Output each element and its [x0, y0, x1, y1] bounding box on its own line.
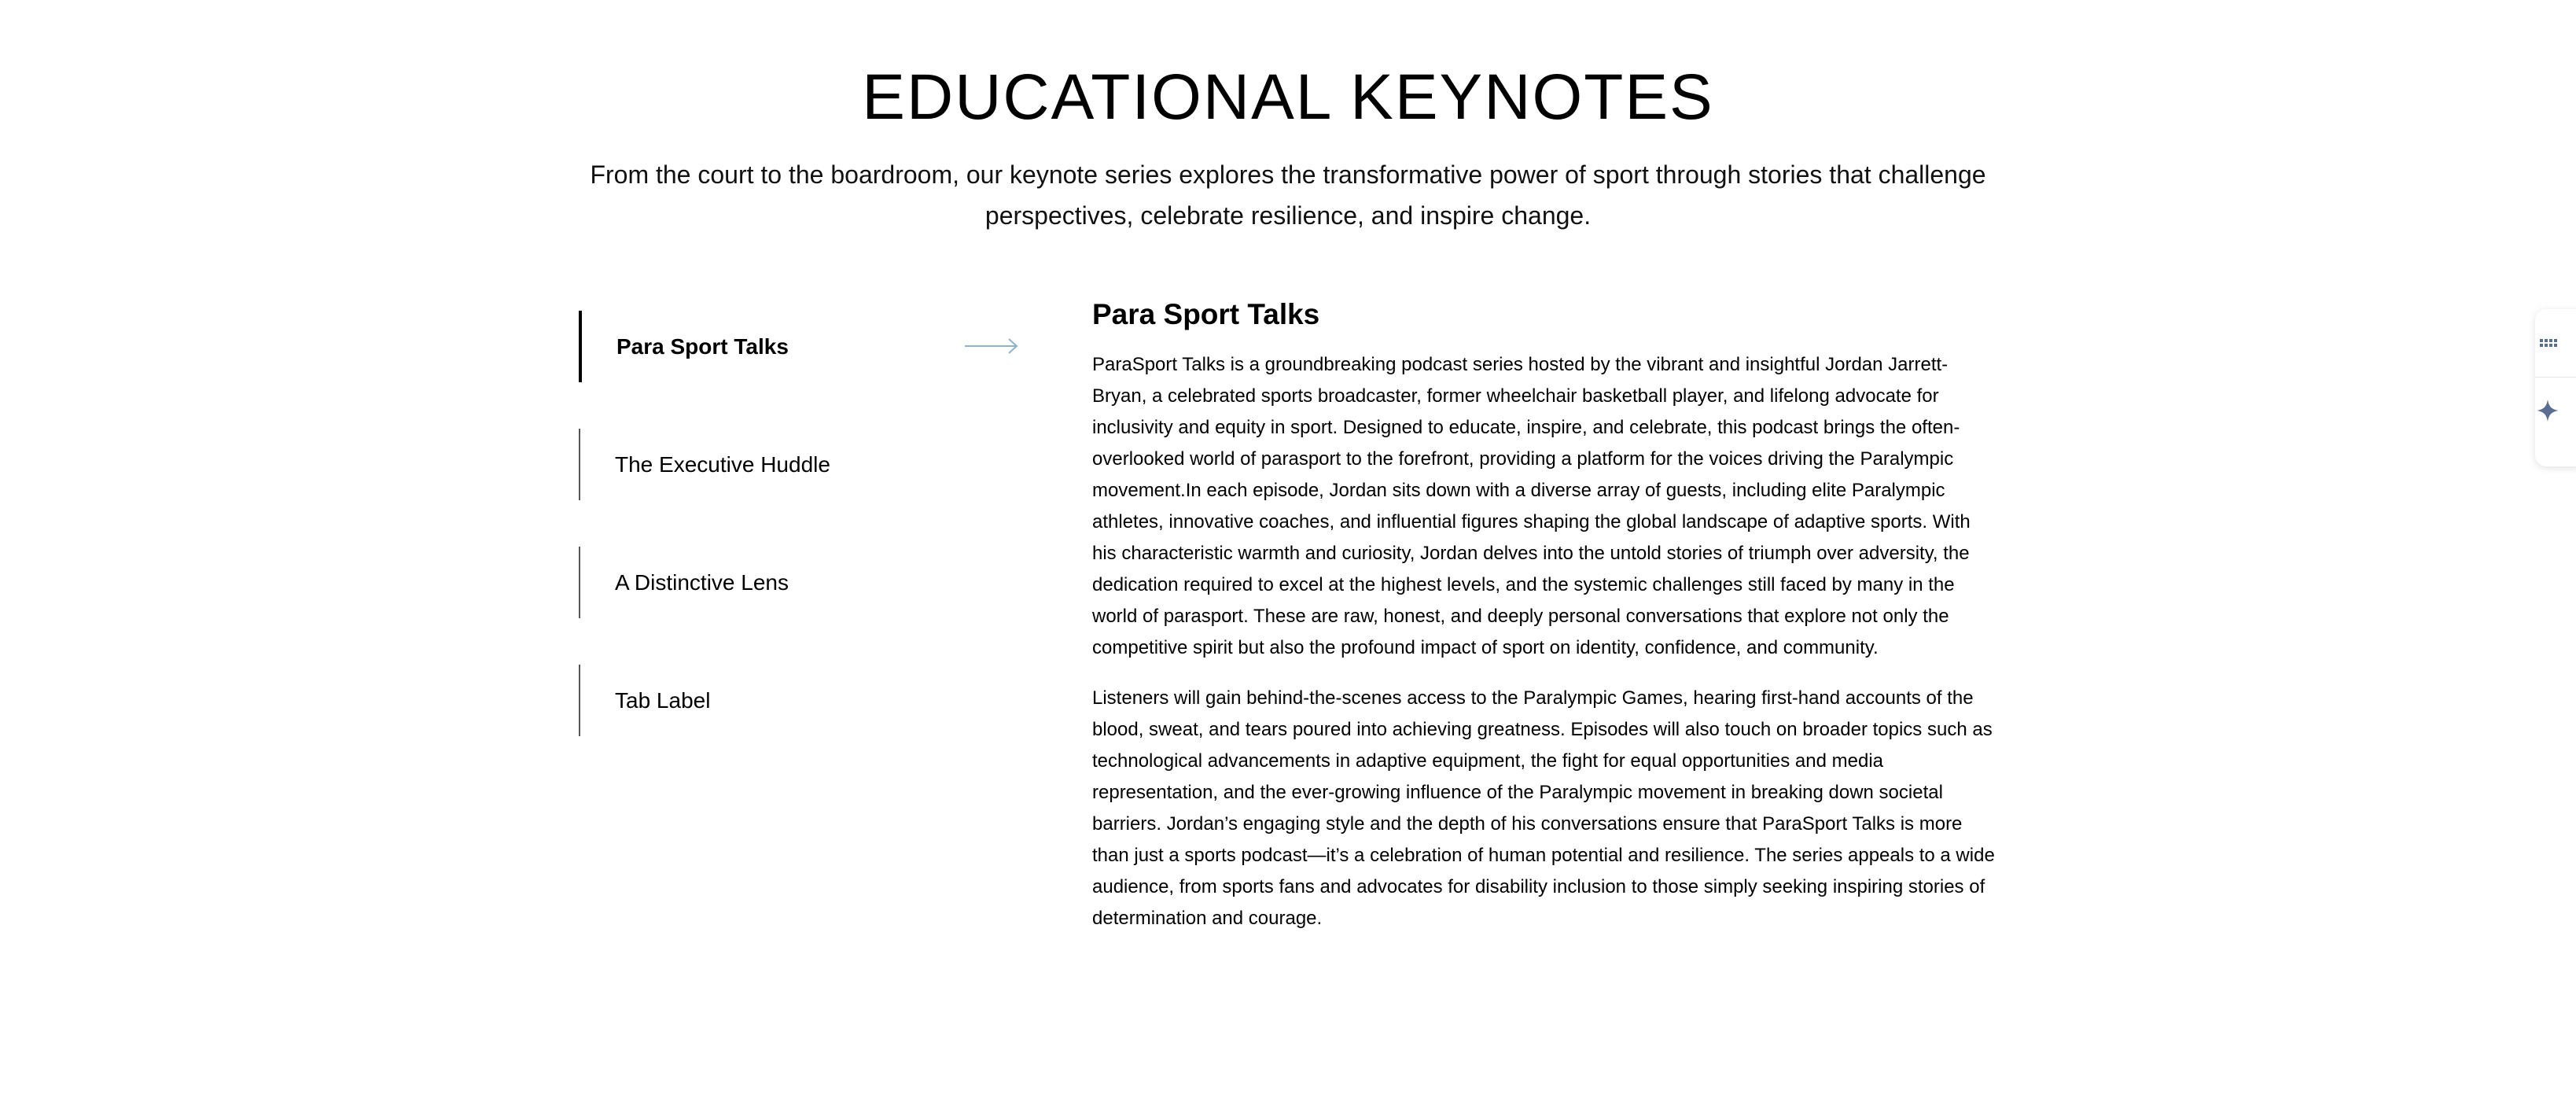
grid-menu-button[interactable] — [2535, 309, 2576, 375]
tab-label: The Executive Huddle — [615, 452, 830, 477]
page-subtitle: From the court to the boardroom, our key… — [590, 160, 1986, 230]
tab-label: Para Sport Talks — [616, 334, 789, 359]
content-title: Para Sport Talks — [1092, 298, 1320, 330]
grid-dots-icon — [2540, 339, 2557, 347]
tab-content-panel: Para Sport Talks ParaSport Talks is a gr… — [1092, 294, 1998, 934]
sparkle-icon — [2537, 400, 2559, 422]
ai-assistant-button[interactable] — [2535, 377, 2576, 444]
tab-label: Tab Label — [615, 688, 711, 713]
keynote-tab-list: Para Sport Talks The Executive Huddle A … — [579, 311, 1019, 783]
tab-the-executive-huddle[interactable]: The Executive Huddle — [579, 429, 1019, 500]
content-paragraph: Listeners will gain behind-the-scenes ac… — [1092, 687, 1995, 929]
tab-para-sport-talks[interactable]: Para Sport Talks — [579, 311, 1019, 382]
long-right-arrow-icon — [965, 338, 1018, 354]
content-paragraph: ParaSport Talks is a groundbreaking podc… — [1092, 354, 1971, 658]
tab-tab-label[interactable]: Tab Label — [579, 665, 1019, 736]
floating-side-toolbar — [2535, 309, 2576, 466]
tab-a-distinctive-lens[interactable]: A Distinctive Lens — [579, 547, 1019, 618]
page-title: EDUCATIONAL KEYNOTES — [862, 61, 1714, 133]
tab-label: A Distinctive Lens — [615, 570, 789, 595]
